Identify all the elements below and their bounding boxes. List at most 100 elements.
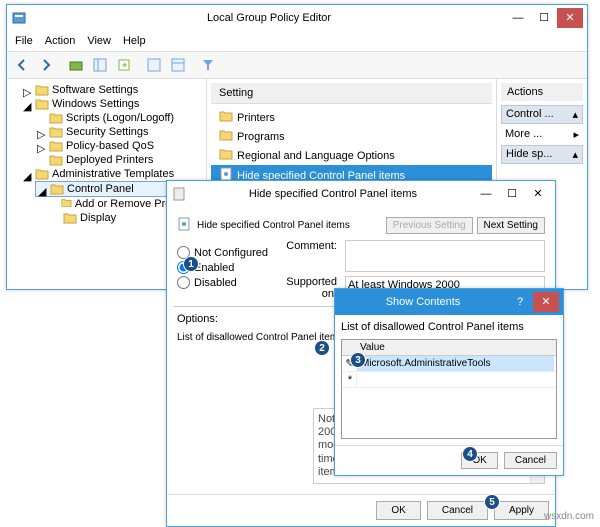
- window-controls: — ☐ ✕: [505, 8, 583, 28]
- actions-item[interactable]: Control ...▴: [501, 105, 583, 124]
- menu-help[interactable]: Help: [123, 35, 146, 47]
- cancel-button[interactable]: Cancel: [427, 501, 488, 520]
- actions-item[interactable]: More ...▸: [501, 126, 583, 143]
- close-button[interactable]: ✕: [525, 184, 551, 204]
- comment-textarea[interactable]: [345, 240, 545, 272]
- close-button[interactable]: ✕: [557, 8, 583, 28]
- grid-row[interactable]: ✎ Microsoft.AdministrativeTools: [342, 356, 556, 372]
- tree-label: Windows Settings: [52, 98, 139, 110]
- dialog-footer: OK Cancel: [335, 445, 563, 475]
- help-button[interactable]: ?: [507, 292, 533, 312]
- menubar: File Action View Help: [7, 31, 587, 51]
- previous-setting-button[interactable]: Previous Setting: [386, 217, 473, 234]
- grid-row[interactable]: *: [342, 372, 556, 388]
- expander-icon[interactable]: [37, 156, 46, 165]
- app-icon: [11, 10, 27, 26]
- watermark: wsxdn.com: [544, 511, 594, 522]
- cancel-button[interactable]: Cancel: [504, 452, 557, 469]
- tree-node[interactable]: ◢ Windows Settings: [21, 97, 204, 111]
- menu-view[interactable]: View: [87, 35, 111, 47]
- up-button[interactable]: [65, 54, 87, 76]
- dialog-header-row: Hide specified Control Panel items Previ…: [173, 213, 549, 238]
- callout-4: 4: [462, 446, 478, 462]
- arrow-icon: ▸: [573, 128, 579, 141]
- dialog-title: Hide specified Control Panel items: [193, 188, 473, 200]
- ok-button[interactable]: OK: [376, 501, 420, 520]
- show-contents-dialog: Show Contents ? ✕ List of disallowed Con…: [334, 288, 564, 476]
- policy-icon: [177, 217, 191, 234]
- minimize-button[interactable]: —: [473, 184, 499, 204]
- grid-cell[interactable]: Microsoft.AdministrativeTools: [356, 356, 554, 371]
- actions-item[interactable]: Hide sp...▴: [501, 145, 583, 164]
- dialog-title: Show Contents: [339, 296, 507, 308]
- settings-row[interactable]: Programs: [211, 127, 492, 146]
- maximize-button[interactable]: ☐: [531, 8, 557, 28]
- expander-icon[interactable]: ◢: [23, 100, 32, 109]
- tree-node[interactable]: ◢ Administrative Templates: [21, 167, 204, 181]
- menu-file[interactable]: File: [15, 35, 33, 47]
- export-button[interactable]: [113, 54, 135, 76]
- folder-icon: [35, 84, 49, 96]
- apply-button[interactable]: Apply: [494, 501, 549, 520]
- row-label: Regional and Language Options: [237, 150, 395, 162]
- tree-node[interactable]: ▷Software Settings: [21, 83, 204, 97]
- expander-icon[interactable]: ▷: [23, 86, 32, 95]
- radio-disabled[interactable]: Disabled: [177, 276, 268, 289]
- minimize-button[interactable]: —: [505, 8, 531, 28]
- folder-icon: [35, 168, 49, 180]
- tree-node[interactable]: ▷Policy-based QoS: [35, 139, 204, 153]
- settings-row[interactable]: Printers: [211, 108, 492, 127]
- menu-action[interactable]: Action: [45, 35, 76, 47]
- tree-label: Display: [80, 212, 116, 224]
- expander-icon[interactable]: ◢: [23, 170, 32, 179]
- filter-button[interactable]: [197, 54, 219, 76]
- action-label: Control ...: [506, 108, 554, 121]
- back-button[interactable]: [11, 54, 33, 76]
- next-setting-button[interactable]: Next Setting: [477, 217, 545, 234]
- tree-node[interactable]: Scripts (Logon/Logoff): [35, 111, 204, 125]
- forward-button[interactable]: [35, 54, 57, 76]
- settings-row[interactable]: Regional and Language Options: [211, 146, 492, 165]
- column-header: Value: [342, 340, 556, 356]
- tree-label: Security Settings: [66, 126, 149, 138]
- folder-icon: [35, 98, 49, 110]
- values-grid[interactable]: Value ✎ Microsoft.AdministrativeTools *: [341, 339, 557, 439]
- toolbar: [7, 51, 587, 79]
- policy-name: Hide specified Control Panel items: [197, 220, 350, 231]
- tree-node[interactable]: ▷ Security Settings: [35, 125, 204, 139]
- folder-icon: [49, 126, 63, 138]
- new-marker-icon: *: [344, 374, 356, 386]
- folder-icon: [49, 112, 63, 124]
- row-icon: [219, 110, 233, 125]
- titlebar: Show Contents ? ✕: [335, 289, 563, 315]
- folder-icon: [63, 212, 77, 224]
- expander-icon[interactable]: [37, 114, 46, 123]
- show-hide-tree-button[interactable]: [89, 54, 111, 76]
- close-button[interactable]: ✕: [533, 292, 559, 312]
- list-label: List of disallowed Control Panel items: [341, 321, 557, 333]
- properties-button[interactable]: [167, 54, 189, 76]
- row-icon: [219, 148, 233, 163]
- actions-header: Actions: [501, 83, 583, 101]
- titlebar: Local Group Policy Editor — ☐ ✕: [7, 5, 587, 31]
- tree-node[interactable]: Deployed Printers: [35, 153, 204, 167]
- expander-icon[interactable]: ▷: [37, 128, 46, 137]
- row-icon: [219, 129, 233, 144]
- expander-icon[interactable]: [51, 200, 58, 209]
- action-label: Hide sp...: [506, 148, 552, 161]
- row-label: Printers: [237, 112, 275, 124]
- refresh-button[interactable]: [143, 54, 165, 76]
- folder-icon: [50, 183, 64, 195]
- expander-icon[interactable]: [51, 214, 60, 223]
- window-title: Local Group Policy Editor: [33, 12, 505, 24]
- callout-1: 1: [183, 256, 199, 272]
- folder-icon: [49, 140, 63, 152]
- maximize-button[interactable]: ☐: [499, 184, 525, 204]
- expander-icon[interactable]: ◢: [38, 185, 47, 194]
- comment-label: Comment:: [282, 240, 337, 252]
- expander-icon[interactable]: ▷: [37, 142, 46, 151]
- tree-label: Administrative Templates: [52, 168, 174, 180]
- folder-icon: [61, 198, 72, 210]
- titlebar: Hide specified Control Panel items — ☐ ✕: [167, 181, 555, 207]
- grid-cell[interactable]: [356, 372, 554, 387]
